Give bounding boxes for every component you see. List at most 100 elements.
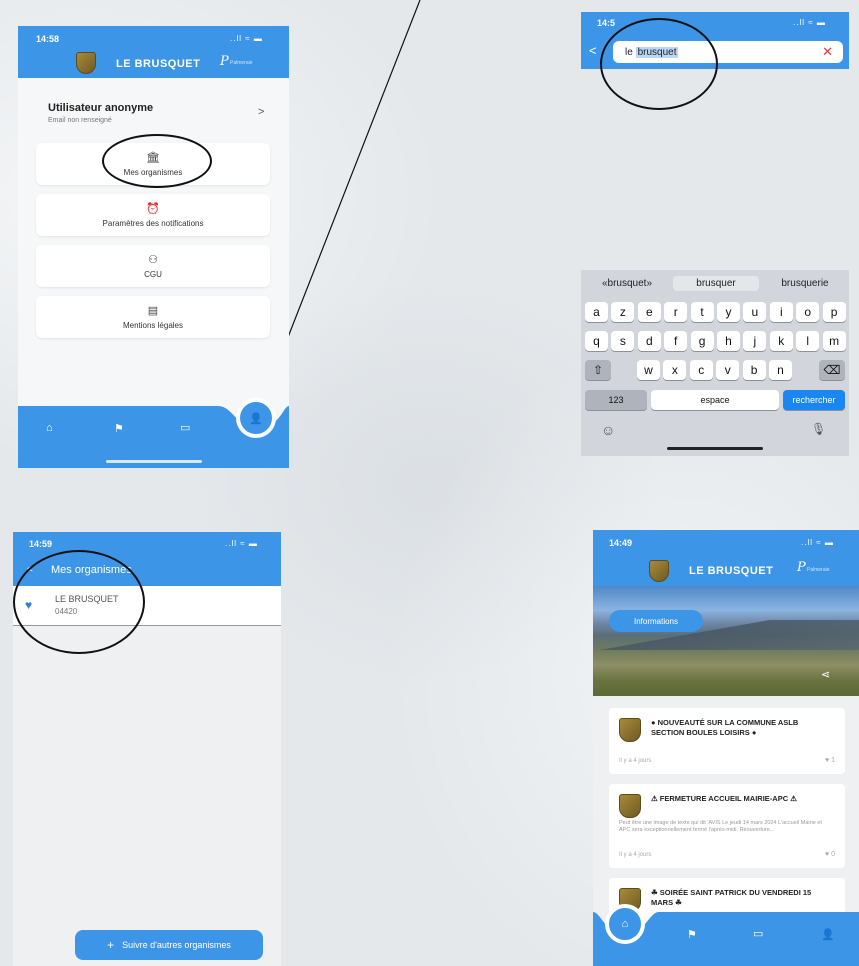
status-time: 14:58 [36,34,60,44]
flag-icon[interactable]: ⚑ [687,928,697,941]
numbers-key[interactable]: 123 [585,390,647,410]
menu-label: Paramètres des notifications [102,219,204,228]
crest-logo [619,718,641,742]
like-count[interactable]: ♥ 0 [825,851,835,858]
annotation-circle [102,134,212,188]
status-time: 14:59 [29,539,53,549]
crest-logo [649,560,669,582]
emoji-icon[interactable]: ☺ [601,422,615,438]
news-title: ⚠ FERMETURE ACCUEIL MAIRIE-APC ⚠ [651,794,797,803]
back-icon[interactable]: < [589,43,597,58]
home-icon: ⌂ [621,918,629,930]
key-x[interactable]: x [663,360,687,380]
profile-screen: 14:58 ..ll ≈ ▬ LE BRUSQUET P Palmeraie U… [18,26,289,468]
share-icon[interactable]: ⋖ [821,668,830,681]
clear-icon[interactable]: ✕ [822,44,833,60]
key-s[interactable]: s [611,331,635,351]
key-l[interactable]: l [796,331,820,351]
annotation-circle [600,18,718,110]
key-y[interactable]: y [717,302,740,322]
key-d[interactable]: d [637,331,661,351]
home-tab-button[interactable]: ⌂ [605,904,645,944]
alarm-icon: ⏰ [146,203,160,215]
home-feed-screen: 14:49 ..ll ≈ ▬ LE BRUSQUET P Palmeraie I… [593,530,859,966]
user-icon: 👤 [249,412,263,425]
key-o[interactable]: o [796,302,820,322]
key-v[interactable]: v [716,360,740,380]
brand-logo: P [797,560,806,575]
key-k[interactable]: k [769,331,793,351]
chat-icon[interactable]: ▭ [753,927,763,940]
app-header: 14:58 ..ll ≈ ▬ LE BRUSQUET P Palmeraie [18,26,289,78]
key-z[interactable]: z [611,302,635,322]
glasses-icon: ⚇ [148,254,158,266]
suggestion-1[interactable]: «brusquet» [587,278,667,289]
plus-icon: + [107,938,115,952]
key-i[interactable]: i [769,302,793,322]
profile-tab-button[interactable]: 👤 [236,398,276,438]
status-time: 14:5 [597,18,616,28]
key-g[interactable]: g [690,331,714,351]
suggestion-2[interactable]: brusquer [673,276,759,291]
app-header: 14:49 ..ll ≈ ▬ LE BRUSQUET P Palmeraie [593,530,859,586]
keyboard: «brusquet» brusquer brusquerie azertyuio… [581,270,849,456]
brand-logo-text: Palmeraie [230,60,253,66]
key-r[interactable]: r [664,302,688,322]
key-u[interactable]: u [743,302,767,322]
menu-notification-settings[interactable]: ⏰ Paramètres des notifications [36,194,270,236]
brand-logo-text: Palmeraie [807,567,830,573]
status-icons: ..ll ≈ ▬ [225,539,258,548]
status-icons: ..ll ≈ ▬ [801,538,834,547]
flag-icon[interactable]: ⚑ [114,422,124,435]
space-key[interactable]: espace [651,390,779,410]
key-j[interactable]: j [743,331,767,351]
key-e[interactable]: e [637,302,661,322]
chat-icon[interactable]: ▭ [180,421,190,434]
follow-other-organisms-button[interactable]: + Suivre d'autres organismes [75,930,263,960]
search-key[interactable]: rechercher [783,390,845,410]
informations-button[interactable]: Informations [609,610,703,632]
news-time: Il y a 4 jours [619,852,652,858]
key-a[interactable]: a [585,302,608,322]
document-icon: ▤ [147,305,159,317]
landscape-photo [593,586,859,696]
key-h[interactable]: h [717,331,740,351]
user-row[interactable]: Utilisateur anonyme Email non renseigné … [18,90,289,130]
annotation-circle [13,550,145,654]
key-c[interactable]: c [689,360,713,380]
key-t[interactable]: t [690,302,714,322]
menu-legal-notices[interactable]: ▤ Mentions légales [36,296,270,338]
chevron-right-icon: > [258,106,265,118]
user-icon[interactable]: 👤 [821,928,835,941]
header-title: LE BRUSQUET [116,58,201,70]
follow-label: Suivre d'autres organismes [122,940,231,950]
key-w[interactable]: w [637,360,660,380]
key-f[interactable]: f [664,331,688,351]
menu-cgu[interactable]: ⚇ CGU [36,245,270,287]
backspace-key[interactable]: ⌫ [819,360,845,380]
menu-label: Mentions légales [122,321,184,330]
suggestion-3[interactable]: brusquerie [765,278,845,289]
user-name: Utilisateur anonyme [48,102,154,114]
news-title: ☘ SOIRÉE SAINT PATRICK DU VENDREDI 15 MA… [651,888,812,907]
key-n[interactable]: n [769,360,792,380]
news-title: ● NOUVEAUTÉ SUR LA COMMUNE ASLB SECTION … [651,718,799,737]
home-icon[interactable]: ⌂ [46,422,53,434]
microphone-icon[interactable]: 🎙 [811,422,826,436]
shift-key[interactable]: ⇧ [585,360,611,380]
organisms-screen: 14:59 ..ll ≈ ▬ < Mes organismes ♥ LE BRU… [13,532,281,966]
news-card[interactable]: ● NOUVEAUTÉ SUR LA COMMUNE ASLB SECTION … [609,708,845,774]
news-card[interactable]: ⚠ FERMETURE ACCUEIL MAIRIE-APC ⚠ Peut êt… [609,784,845,868]
home-indicator [667,447,763,450]
key-q[interactable]: q [585,331,608,351]
key-m[interactable]: m [822,331,846,351]
status-time: 14:49 [609,538,633,548]
key-b[interactable]: b [742,360,766,380]
key-p[interactable]: p [822,302,846,322]
user-email: Email non renseigné [48,117,112,124]
like-count[interactable]: ♥ 1 [825,757,835,764]
crest-logo [76,52,96,74]
status-icons: ..ll ≈ ▬ [793,18,826,27]
brand-logo: P [220,54,229,69]
crest-logo [619,794,641,818]
